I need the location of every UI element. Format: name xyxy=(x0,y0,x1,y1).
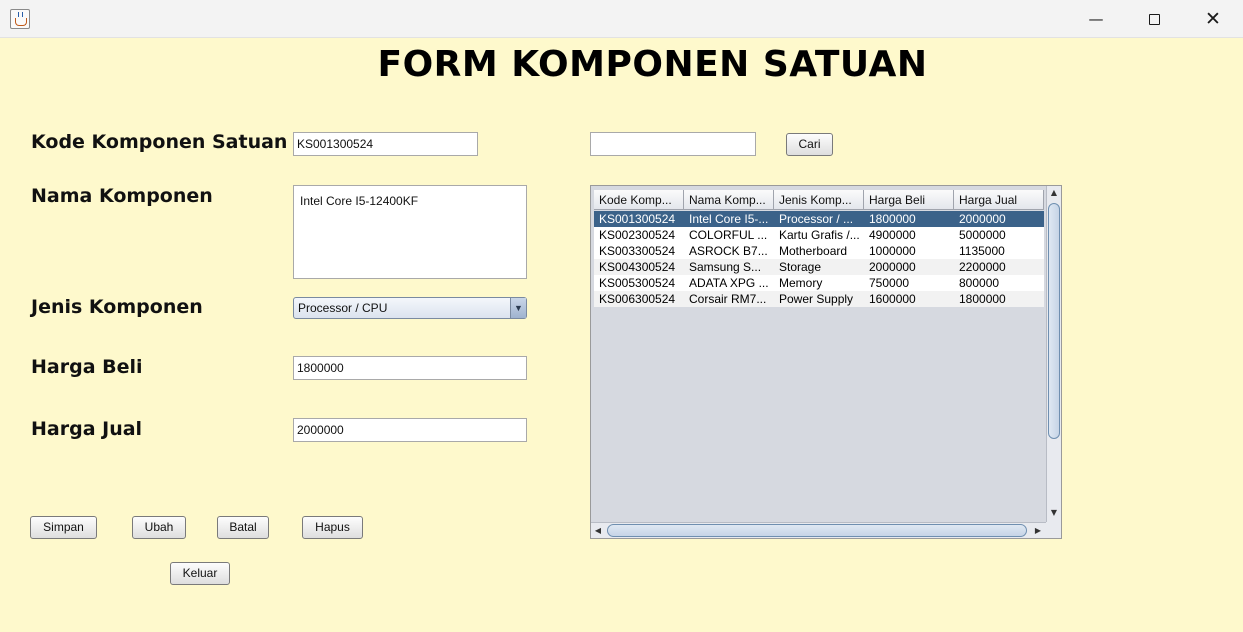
maximize-icon xyxy=(1148,13,1160,25)
ubah-button[interactable]: Ubah xyxy=(132,516,186,539)
table-cell: 5000000 xyxy=(959,228,1006,242)
table-row[interactable]: KS003300524 ASROCK B7... Motherboard 100… xyxy=(594,243,1044,259)
table-cell: 1800000 xyxy=(959,292,1006,306)
simpan-button[interactable]: Simpan xyxy=(30,516,97,539)
column-header[interactable]: Kode Komp... xyxy=(594,190,684,210)
keluar-button[interactable]: Keluar xyxy=(170,562,230,585)
jenis-combobox[interactable]: Processor / CPU ▼ xyxy=(293,297,527,319)
table-cell: KS004300524 xyxy=(599,260,676,274)
label-harga-beli: Harga Beli xyxy=(31,356,143,378)
table-cell: Samsung S... xyxy=(689,260,762,274)
scroll-corner xyxy=(1046,522,1061,538)
java-app-icon xyxy=(10,9,30,29)
table-cell: 1600000 xyxy=(869,292,916,306)
column-header[interactable]: Nama Komp... xyxy=(684,190,774,210)
label-jenis: Jenis Komponen xyxy=(31,296,203,318)
cari-button[interactable]: Cari xyxy=(786,133,833,156)
column-header[interactable]: Harga Jual xyxy=(954,190,1044,210)
vertical-scrollbar[interactable]: ▲ ▼ xyxy=(1046,186,1061,522)
label-kode: Kode Komponen Satuan xyxy=(31,131,288,153)
maximize-button[interactable] xyxy=(1125,0,1183,38)
table-cell: KS006300524 xyxy=(599,292,676,306)
table-cell: 4900000 xyxy=(869,228,916,242)
scroll-up-icon[interactable]: ▲ xyxy=(1047,186,1061,200)
table-row[interactable]: KS001300524 Intel Core I5-... Processor … xyxy=(594,211,1044,227)
komponen-table[interactable]: Kode Komp... Nama Komp... Jenis Komp... … xyxy=(590,185,1062,539)
table-cell: COLORFUL ... xyxy=(689,228,768,242)
table-cell: Power Supply xyxy=(779,292,854,306)
table-cell: Processor / ... xyxy=(779,212,854,226)
horizontal-scrollbar[interactable]: ◀ ▶ xyxy=(591,522,1046,538)
table-cell: KS002300524 xyxy=(599,228,676,242)
table-cell: KS001300524 xyxy=(599,212,676,226)
table-cell: Storage xyxy=(779,260,822,274)
table-cell: Memory xyxy=(779,276,823,290)
horizontal-scroll-thumb[interactable] xyxy=(607,524,1027,537)
table-cell: Corsair RM7... xyxy=(689,292,767,306)
search-input[interactable] xyxy=(590,132,756,156)
table-cell: 1000000 xyxy=(869,244,916,258)
column-header[interactable]: Jenis Komp... xyxy=(774,190,864,210)
harga-beli-input[interactable]: 1800000 xyxy=(293,356,527,380)
table-header: Kode Komp... Nama Komp... Jenis Komp... … xyxy=(594,190,1044,210)
scroll-right-icon[interactable]: ▶ xyxy=(1031,523,1045,538)
hapus-button[interactable]: Hapus xyxy=(302,516,363,539)
table-cell: 2000000 xyxy=(959,212,1006,226)
table-cell: 1800000 xyxy=(869,212,916,226)
form-title: FORM KOMPONEN SATUAN xyxy=(377,44,928,85)
scroll-left-icon[interactable]: ◀ xyxy=(591,523,605,538)
batal-button[interactable]: Batal xyxy=(217,516,269,539)
table-row[interactable]: KS002300524 COLORFUL ... Kartu Grafis /.… xyxy=(594,227,1044,243)
vertical-scroll-thumb[interactable] xyxy=(1048,203,1060,439)
table-cell: 750000 xyxy=(869,276,910,290)
table-cell: Kartu Grafis /... xyxy=(779,228,860,242)
harga-jual-input[interactable]: 2000000 xyxy=(293,418,527,442)
dropdown-arrow-icon[interactable]: ▼ xyxy=(510,298,526,318)
close-button[interactable]: ✕ xyxy=(1184,0,1242,38)
table-row[interactable]: KS006300524 Corsair RM7... Power Supply … xyxy=(594,291,1044,307)
table-body: KS001300524 Intel Core I5-... Processor … xyxy=(594,211,1044,307)
nama-textarea[interactable]: Intel Core I5-12400KF xyxy=(293,185,527,279)
label-nama: Nama Komponen xyxy=(31,185,213,207)
table-cell: 2000000 xyxy=(869,260,916,274)
kode-input[interactable]: KS001300524 xyxy=(293,132,478,156)
table-cell: ASROCK B7... xyxy=(689,244,768,258)
table-cell: Intel Core I5-... xyxy=(689,212,769,226)
table-cell: ADATA XPG ... xyxy=(689,276,769,290)
label-harga-jual: Harga Jual xyxy=(31,418,143,440)
table-cell: KS005300524 xyxy=(599,276,676,290)
table-cell: 2200000 xyxy=(959,260,1006,274)
table-cell: Motherboard xyxy=(779,244,848,258)
jenis-selected-value: Processor / CPU xyxy=(298,301,388,315)
table-row[interactable]: KS005300524 ADATA XPG ... Memory 750000 … xyxy=(594,275,1044,291)
minimize-button[interactable]: — xyxy=(1067,0,1125,38)
scroll-down-icon[interactable]: ▼ xyxy=(1047,506,1061,520)
column-header[interactable]: Harga Beli xyxy=(864,190,954,210)
table-row[interactable]: KS004300524 Samsung S... Storage 2000000… xyxy=(594,259,1044,275)
table-cell: 800000 xyxy=(959,276,1000,290)
title-bar: — ✕ xyxy=(0,0,1243,38)
table-cell: KS003300524 xyxy=(599,244,676,258)
table-cell: 1135000 xyxy=(959,244,1005,258)
